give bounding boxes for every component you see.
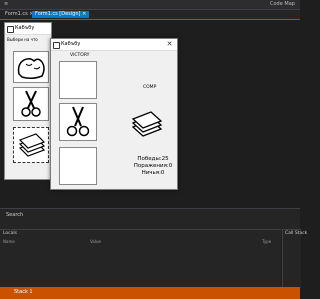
scissors-icon (21, 90, 41, 117)
empty-picture (59, 147, 97, 185)
draws-count: Ничья:0 (141, 170, 165, 176)
ide-menu-bar: ≡ Code Map (0, 0, 300, 10)
locals-title: Locals (3, 231, 18, 236)
rock-icon (17, 57, 45, 80)
losses-count: Поражения:0 (133, 163, 173, 169)
callstack-title: Call Stack (285, 231, 308, 236)
victory-label: VICTORY (70, 53, 90, 58)
locals-col-type[interactable]: Type (262, 239, 271, 244)
paper-icon (18, 133, 46, 157)
result-picture (59, 61, 97, 99)
score-stats: Победы:25 Поражения:0 Ничья:0 (131, 156, 175, 177)
paper-icon (131, 111, 163, 137)
locals-panel: Locals Name Value Type (0, 229, 281, 288)
locals-col-value[interactable]: Value (90, 239, 101, 244)
locals-col-name[interactable]: Name (3, 239, 15, 244)
editor-tab-strip: Form1.cs × Form1.cs [Design] × (0, 10, 300, 20)
wins-count: Победы:25 (137, 156, 169, 162)
menu-icon[interactable]: ≡ (4, 1, 8, 7)
status-text: Stack 1 (14, 289, 33, 295)
game-title: Кабъбу (61, 41, 81, 47)
call-stack-panel: Call Stack (282, 229, 307, 288)
form-icon (53, 42, 60, 49)
designer-title: Кабъбу (15, 25, 35, 31)
player-choice-picture (59, 103, 97, 141)
status-bar: Stack 1 (0, 287, 300, 299)
rock-picture[interactable] (13, 51, 49, 83)
comp-label: COMP (143, 85, 157, 90)
game-titlebar: Кабъбу ✕ (51, 39, 177, 51)
tab-form1-design[interactable]: Form1.cs [Design] × (32, 11, 90, 18)
scissors-picture[interactable] (13, 87, 49, 121)
designer-titlebar: Кабъбу (5, 23, 51, 35)
game-window: Кабъбу ✕ VICTORY COMP Победы:25 Поражени… (50, 38, 178, 190)
form-icon (7, 26, 14, 33)
paper-picture[interactable] (13, 127, 49, 163)
designer-hint-label: Выбери на что (7, 37, 38, 42)
designer-form-window: Кабъбу Выбери на что (4, 22, 52, 180)
code-map-menu-item[interactable]: Code Map (270, 1, 295, 7)
search-label[interactable]: Search (6, 212, 23, 218)
scissors-icon (66, 106, 90, 137)
close-button[interactable]: ✕ (165, 40, 174, 49)
computer-choice-picture (129, 107, 165, 141)
